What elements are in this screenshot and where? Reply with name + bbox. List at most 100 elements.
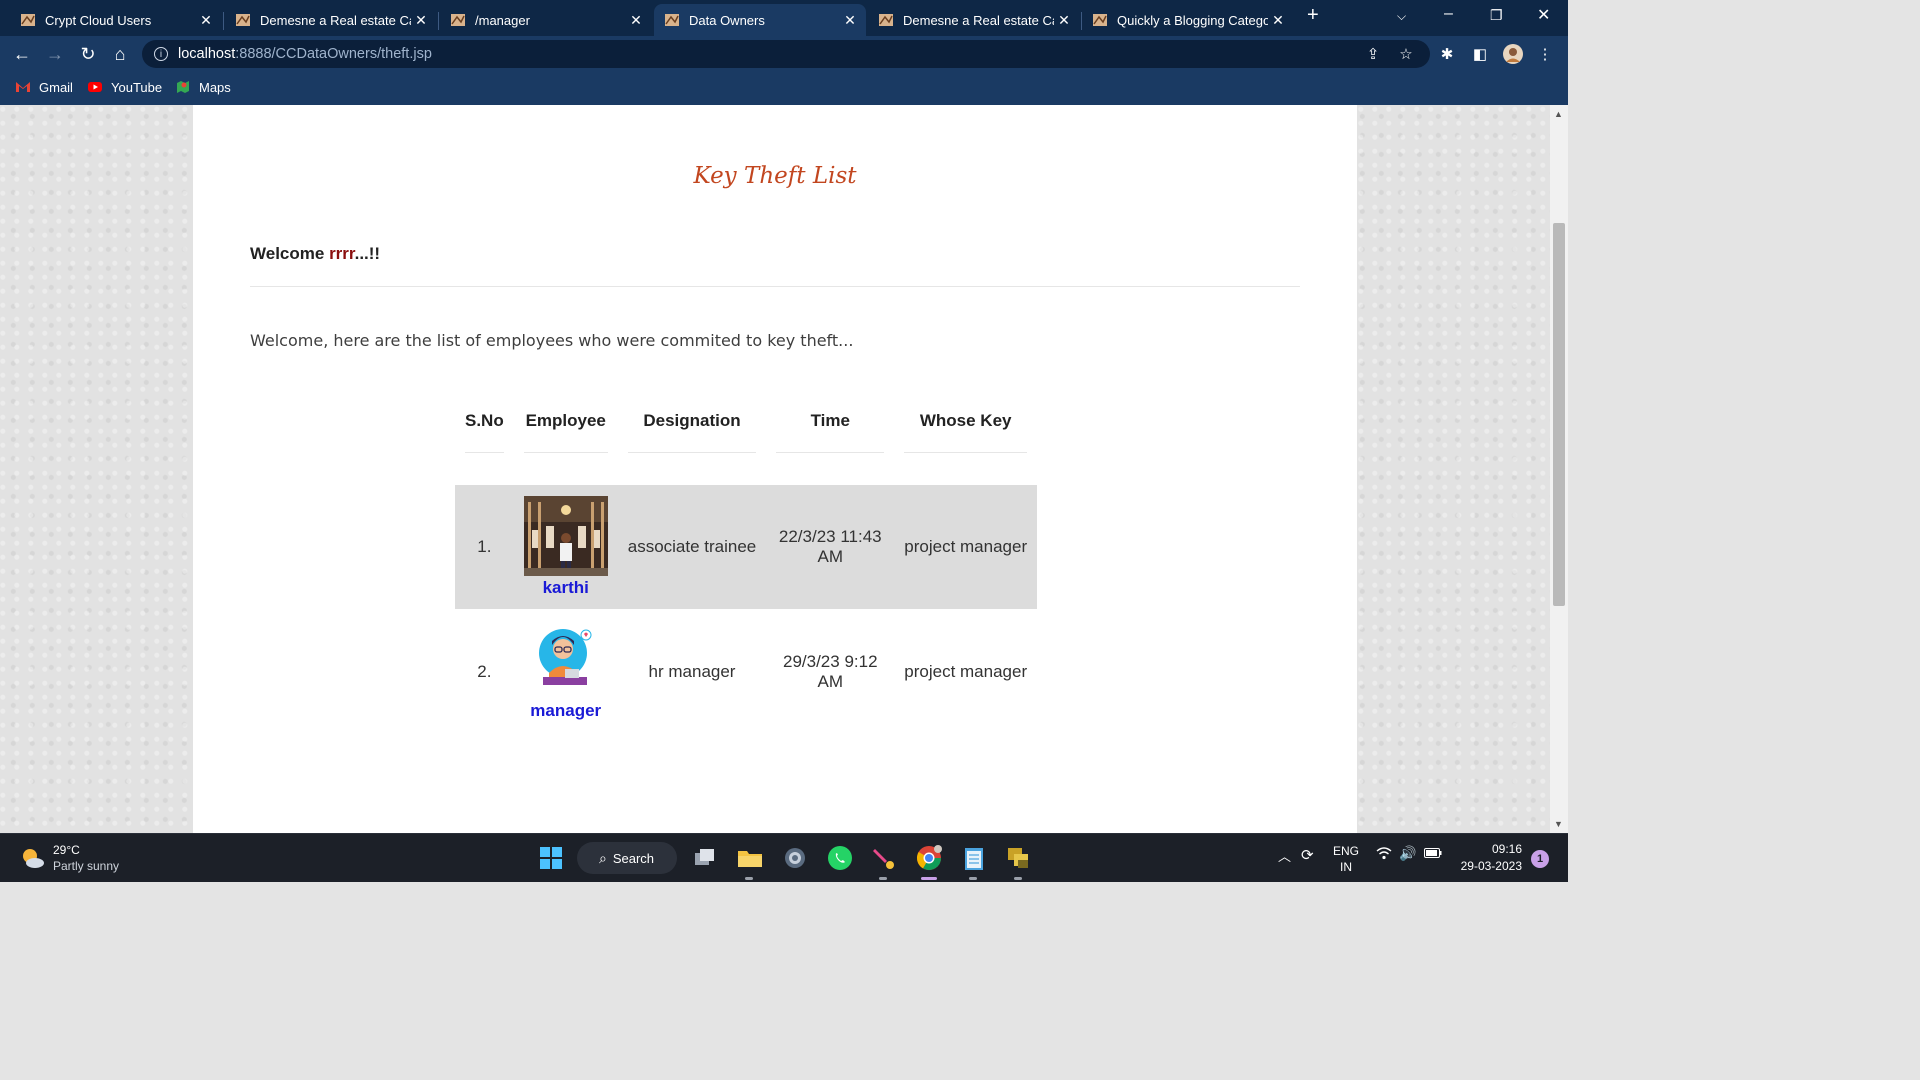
employee-name-link[interactable]: manager xyxy=(530,701,601,721)
scroll-up-arrow-icon[interactable]: ▲ xyxy=(1554,109,1563,119)
notepad-icon[interactable] xyxy=(960,844,988,872)
scroll-down-arrow-icon[interactable]: ▼ xyxy=(1554,819,1563,829)
gmail-icon xyxy=(16,82,30,92)
site-info-icon[interactable]: i xyxy=(154,47,168,61)
tab-separator xyxy=(223,12,224,30)
taskbar-search[interactable]: ⌕ Search xyxy=(577,842,677,874)
browser-toolbar: ← → ↻ ⌂ i localhost:8888/CCDataOwners/th… xyxy=(0,36,1568,72)
temperature: 29°C xyxy=(53,843,80,857)
page-scrollbar[interactable]: ▲ ▼ xyxy=(1550,105,1568,833)
task-view-icon[interactable] xyxy=(691,844,719,872)
bookmarks-bar: Gmail YouTube Maps xyxy=(0,72,1568,106)
show-hidden-icons-chevron-icon[interactable]: ︿ xyxy=(1278,846,1291,865)
table-row: 2. manager hr manager 29/3/23 9:12 AM pr… xyxy=(455,609,1037,735)
forward-arrow-icon[interactable]: → xyxy=(43,42,67,66)
employee-name-link[interactable]: karthi xyxy=(543,578,589,598)
running-indicator xyxy=(969,877,977,880)
back-arrow-icon[interactable]: ← xyxy=(10,42,34,66)
chrome-icon[interactable] xyxy=(915,844,943,872)
close-tab-icon[interactable]: ✕ xyxy=(411,12,431,29)
stacked-files-app-icon[interactable] xyxy=(1005,844,1033,872)
bookmark-gmail[interactable]: Gmail xyxy=(15,79,73,95)
column-header-whose-key: Whose Key xyxy=(894,397,1037,453)
battery-icon[interactable] xyxy=(1424,847,1442,862)
running-indicator xyxy=(879,877,887,880)
tab-crypt-cloud-users[interactable]: Crypt Cloud Users ✕ xyxy=(10,4,222,36)
wifi-icon[interactable] xyxy=(1376,846,1392,863)
partly-sunny-icon xyxy=(23,849,44,868)
close-tab-icon[interactable]: ✕ xyxy=(840,12,860,29)
page-content: Key Theft List Welcome rrrr...!! Welcome… xyxy=(193,105,1357,833)
sync-icon[interactable]: ⟳ xyxy=(1301,846,1314,864)
reload-icon[interactable]: ↻ xyxy=(76,42,100,66)
notification-badge[interactable]: 1 xyxy=(1531,850,1549,868)
designation-cell: associate trainee xyxy=(617,485,767,609)
windows-start-icon[interactable] xyxy=(537,844,565,872)
profile-avatar-icon[interactable] xyxy=(1502,43,1524,65)
active-app-indicator xyxy=(921,877,937,880)
close-tab-icon[interactable]: ✕ xyxy=(1268,12,1288,29)
bookmark-youtube[interactable]: YouTube xyxy=(87,79,162,95)
tab-quickly-blogging[interactable]: Quickly a Blogging Categor ✕ xyxy=(1082,4,1294,36)
close-tab-icon[interactable]: ✕ xyxy=(196,12,216,29)
share-icon[interactable]: ⇪ xyxy=(1362,43,1384,65)
whatsapp-icon[interactable] xyxy=(826,844,854,872)
paint-brush-app-icon[interactable] xyxy=(870,844,898,872)
site-favicon-icon xyxy=(879,14,893,26)
time-cell: 22/3/23 11:43 AM xyxy=(766,485,895,609)
tab-demesne-1[interactable]: Demesne a Real estate Cate ✕ xyxy=(225,4,437,36)
tab-strip: Crypt Cloud Users ✕ Demesne a Real estat… xyxy=(0,0,1568,36)
home-icon[interactable]: ⌂ xyxy=(108,42,132,66)
new-tab-plus-icon[interactable]: + xyxy=(1307,4,1319,27)
browser-menu-icon[interactable]: ⋮ xyxy=(1534,43,1556,65)
site-favicon-icon xyxy=(451,14,465,26)
language-indicator[interactable]: ENG IN xyxy=(1333,843,1359,875)
tab-manager[interactable]: /manager ✕ xyxy=(440,4,652,36)
minimize-icon[interactable]: – xyxy=(1444,5,1453,23)
whose-key-cell: project manager xyxy=(904,662,1028,681)
intro-text: Welcome, here are the list of employees … xyxy=(250,331,854,350)
restore-icon[interactable]: ❐ xyxy=(1490,7,1503,24)
scrollbar-thumb[interactable] xyxy=(1553,223,1565,606)
tab-data-owners[interactable]: Data Owners ✕ xyxy=(654,4,866,36)
welcome-message: Welcome rrrr...!! xyxy=(250,244,381,263)
extensions-puzzle-icon[interactable]: ✱ xyxy=(1436,43,1458,65)
close-tab-icon[interactable]: ✕ xyxy=(626,12,646,29)
bookmark-maps[interactable]: Maps xyxy=(175,79,231,95)
system-clock[interactable]: 09:16 29-03-2023 xyxy=(1452,841,1522,875)
close-tab-icon[interactable]: ✕ xyxy=(1054,12,1074,29)
page-title: Key Theft List xyxy=(693,163,857,189)
employee-avatar-illustration[interactable] xyxy=(533,623,599,689)
table-row: 1. karthi associate trainee 22/3/23 11:4… xyxy=(455,485,1038,609)
weather-condition: Partly sunny xyxy=(53,859,120,873)
page-viewport: Key Theft List Welcome rrrr...!! Welcome… xyxy=(0,105,1550,833)
site-favicon-icon xyxy=(236,14,250,26)
volume-icon[interactable]: 🔊 xyxy=(1399,845,1416,862)
file-explorer-icon[interactable] xyxy=(736,844,764,872)
column-header-designation: Designation xyxy=(618,397,767,453)
close-window-icon[interactable]: ✕ xyxy=(1537,5,1550,25)
tab-demesne-2[interactable]: Demesne a Real estate Cate ✕ xyxy=(868,4,1080,36)
employee-photo[interactable] xyxy=(523,496,608,576)
column-header-employee: Employee xyxy=(514,397,618,453)
time-cell: 29/3/23 9:12 AM xyxy=(783,652,878,691)
employee-cell: karthi xyxy=(513,485,618,609)
weather-widget[interactable]: 29°C Partly sunny xyxy=(18,842,119,874)
tab-search-chevron-icon[interactable]: ⌵ xyxy=(1397,9,1406,24)
divider xyxy=(250,286,1300,287)
username: rrrr xyxy=(329,244,355,263)
bookmark-star-icon[interactable]: ☆ xyxy=(1395,43,1417,65)
windows-taskbar: 29°C Partly sunny ⌕ Search ︿ ⟳ ENG IN 🔊 … xyxy=(0,833,1568,882)
running-indicator xyxy=(745,877,753,880)
designation-cell: hr manager xyxy=(648,662,736,681)
url-text[interactable]: localhost:8888/CCDataOwners/theft.jsp xyxy=(178,46,432,62)
tab-separator xyxy=(438,12,439,30)
side-panel-icon[interactable]: ◧ xyxy=(1469,43,1491,65)
settings-gear-icon[interactable] xyxy=(781,844,809,872)
address-bar[interactable]: i localhost:8888/CCDataOwners/theft.jsp xyxy=(142,40,1430,68)
site-favicon-icon xyxy=(665,14,679,26)
sno-cell: 1. xyxy=(455,485,514,609)
maps-icon xyxy=(177,81,189,93)
column-header-time: Time xyxy=(766,397,894,453)
youtube-icon xyxy=(88,82,102,92)
